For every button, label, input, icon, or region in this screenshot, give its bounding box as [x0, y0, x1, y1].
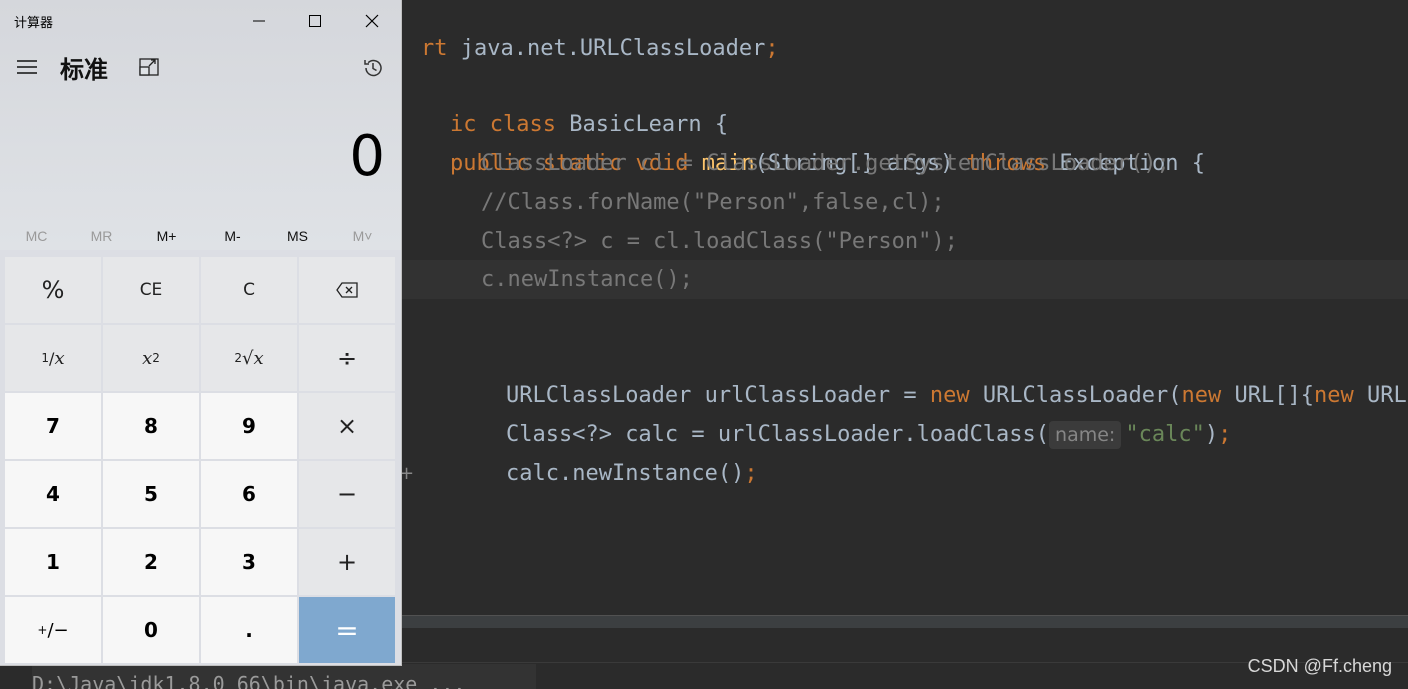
- memory-list-button[interactable]: M˅: [330, 220, 395, 252]
- backspace-button[interactable]: [299, 257, 395, 323]
- memory-add-button[interactable]: M+: [134, 220, 199, 252]
- clear-button[interactable]: C: [201, 257, 297, 323]
- digit-8-button[interactable]: 8: [103, 393, 199, 459]
- titlebar[interactable]: 计算器: [0, 0, 401, 42]
- close-button[interactable]: [349, 4, 395, 38]
- memory-subtract-button[interactable]: M-: [200, 220, 265, 252]
- mode-title: 标准: [60, 56, 108, 84]
- code-line-class-decl[interactable]: ic class BasicLearn {: [397, 66, 728, 137]
- run-output[interactable]: D:\Java\jdk1.8.0_66\bin\java.exe ...: [32, 664, 536, 689]
- window-title: 计算器: [14, 16, 54, 31]
- code-line-main-decl[interactable]: public static void main(String[] args) t…: [397, 105, 1205, 176]
- digit-0-button[interactable]: 0: [103, 597, 199, 663]
- backspace-icon: [336, 282, 358, 298]
- multiply-button[interactable]: ×: [299, 393, 395, 459]
- digit-2-button[interactable]: 2: [103, 529, 199, 595]
- close-icon: [365, 14, 379, 28]
- memory-row: MC MR M+ M- MS M˅: [4, 220, 396, 252]
- maximize-icon: [309, 15, 321, 27]
- digit-6-button[interactable]: 6: [201, 461, 297, 527]
- watermark: CSDN @Ff.cheng: [1247, 656, 1392, 676]
- code-line-newinstance[interactable]: c.newInstance();: [481, 260, 693, 299]
- run-output-text: D:\Java\jdk1.8.0_66\bin\java.exe ...: [32, 672, 466, 689]
- decimal-button[interactable]: .: [201, 597, 297, 663]
- code-line-import[interactable]: rt java.net.URLClassLoader;: [368, 0, 779, 61]
- memory-recall-button[interactable]: MR: [69, 220, 134, 252]
- code-line-loadclass[interactable]: Class<?> c = cl.loadClass("Person");: [481, 222, 958, 261]
- code-line-calc-loadclass[interactable]: Class<?> calc = urlClassLoader.loadClass…: [453, 376, 1231, 449]
- minus-button[interactable]: −: [299, 461, 395, 527]
- code-line-comment[interactable]: //Class.forName("Person",false,cl);: [481, 183, 945, 222]
- maximize-button[interactable]: [292, 4, 338, 38]
- code-line-calc-newinstance[interactable]: calc.newInstance();: [453, 415, 758, 486]
- digit-1-button[interactable]: 1: [5, 529, 101, 595]
- code-line-classloader[interactable]: ClassLoader cl = ClassLoader.getSystemCl…: [481, 144, 1170, 183]
- keep-on-top-button[interactable]: [134, 52, 164, 82]
- negate-button[interactable]: +/−: [5, 597, 101, 663]
- memory-clear-button[interactable]: MC: [4, 220, 69, 252]
- equals-button[interactable]: =: [299, 597, 395, 663]
- history-button[interactable]: [352, 46, 394, 90]
- code-line-urlclassloader[interactable]: URLClassLoader urlClassLoader = new URLC…: [453, 337, 1407, 408]
- history-icon: [364, 59, 382, 77]
- keypad: % CE C 1/x x2 2 √ x ÷ 7 8 9 × 4 5 6 − 1 …: [5, 257, 397, 663]
- navigation-menu-button[interactable]: [10, 52, 44, 82]
- percent-button[interactable]: %: [5, 257, 101, 323]
- square-button[interactable]: x2: [103, 325, 199, 391]
- digit-5-button[interactable]: 5: [103, 461, 199, 527]
- result-display: 0: [349, 124, 385, 189]
- parameter-hint: name:: [1049, 421, 1122, 449]
- square-root-button[interactable]: 2 √ x: [201, 325, 297, 391]
- hamburger-menu-icon: [17, 60, 37, 74]
- divide-button[interactable]: ÷: [299, 325, 395, 391]
- memory-store-button[interactable]: MS: [265, 220, 330, 252]
- digit-3-button[interactable]: 3: [201, 529, 297, 595]
- calculator-window: 计算器 标准 0 MC MR M+ M- MS M˅ % CE C 1 / x …: [0, 0, 402, 666]
- minimize-button[interactable]: [236, 4, 282, 38]
- plus-button[interactable]: +: [299, 529, 395, 595]
- minimize-icon: [253, 20, 265, 22]
- clear-entry-button[interactable]: CE: [103, 257, 199, 323]
- digit-4-button[interactable]: 4: [5, 461, 101, 527]
- reciprocal-button[interactable]: 1/x: [5, 325, 101, 391]
- digit-7-button[interactable]: 7: [5, 393, 101, 459]
- digit-9-button[interactable]: 9: [201, 393, 297, 459]
- keep-on-top-icon: [139, 58, 159, 76]
